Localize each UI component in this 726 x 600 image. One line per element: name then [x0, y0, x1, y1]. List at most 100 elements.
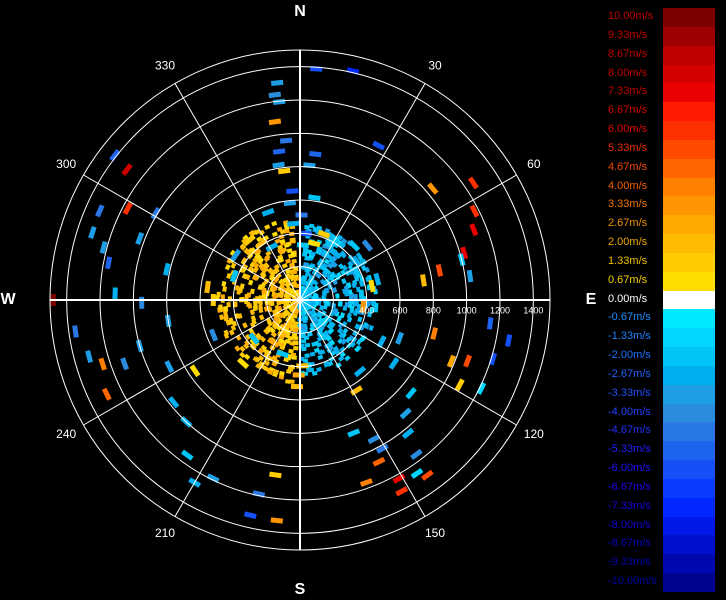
legend-row: 7.33m/s	[600, 83, 720, 103]
velocity-cell	[388, 357, 400, 370]
legend-label: -9.33m/s	[608, 556, 651, 569]
legend-row: -6.67m/s	[600, 478, 720, 498]
clutter-cell-positive	[291, 258, 297, 264]
velocity-cell	[405, 386, 417, 400]
legend-row: 2.67m/s	[600, 215, 720, 235]
velocity-cell	[295, 212, 308, 218]
legend-row: 0.00m/s	[600, 290, 720, 310]
clutter-cell-negative	[349, 307, 355, 314]
velocity-cell	[270, 79, 284, 87]
velocity-cell	[430, 327, 439, 340]
legend-row: -4.67m/s	[600, 422, 720, 442]
clutter-cell-positive	[230, 262, 237, 269]
clutter-cell-positive	[293, 340, 299, 346]
legend-row: -8.67m/s	[600, 535, 720, 555]
velocity-cell	[373, 272, 382, 286]
clutter-cell-negative	[304, 342, 311, 348]
velocity-cell	[309, 150, 322, 158]
clutter-cell-positive	[243, 353, 251, 360]
velocity-cell	[261, 207, 275, 217]
velocity-cell	[401, 427, 415, 440]
velocity-cell	[296, 242, 310, 248]
legend-label: 3.33m/s	[608, 198, 648, 211]
legend-row: 0.67m/s	[600, 271, 720, 291]
legend-swatch	[663, 215, 715, 235]
velocity-cell	[95, 204, 105, 218]
legend-swatch	[663, 196, 715, 216]
velocity-cell	[88, 226, 97, 239]
azimuth-label-30: 30	[428, 58, 442, 72]
legend-label: 6.00m/s	[608, 123, 648, 136]
legend-row: 2.00m/s	[600, 234, 720, 253]
azimuth-label-330: 330	[155, 58, 175, 72]
clutter-cell-positive	[293, 345, 299, 351]
clutter-cell-positive	[285, 258, 292, 264]
velocity-cell	[109, 149, 121, 162]
velocity-cell	[268, 91, 282, 99]
radar-velocity-plot: N E S W 30 60 120 150 210 240 300 330 400 600 800 1000 1…	[0, 3, 596, 598]
azimuth-label-150: 150	[425, 526, 445, 540]
velocity-cell	[368, 279, 376, 293]
velocity-cell	[98, 357, 107, 371]
legend-label: 8.67m/s	[608, 47, 648, 60]
clutter-cell-negative	[304, 256, 310, 261]
clutter-cell-positive	[286, 369, 292, 374]
velocity-cell	[208, 328, 219, 342]
legend-row: -2.00m/s	[600, 347, 720, 366]
velocity-cell	[204, 280, 211, 294]
velocity-cell	[272, 148, 286, 155]
legend-label: 6.67m/s	[608, 104, 648, 117]
legend-row: 9.33m/s	[600, 26, 720, 46]
clutter-cell-positive	[222, 286, 227, 292]
velocity-cell	[269, 471, 282, 479]
clutter-cell-negative	[307, 367, 313, 373]
azimuth-label-210: 210	[155, 526, 175, 540]
velocity-cell	[420, 274, 427, 287]
clutter-cell-positive	[242, 322, 248, 329]
legend-label: 0.00m/s	[608, 292, 648, 305]
legend-label: -4.00m/s	[608, 405, 651, 418]
azimuth-spoke	[174, 299, 301, 517]
clutter-cell-positive	[221, 281, 227, 287]
legend-row: 10.00m/s	[600, 8, 720, 27]
legend-row: 6.67m/s	[600, 102, 720, 122]
legend-swatch	[663, 83, 715, 103]
legend-label: 2.00m/s	[608, 236, 648, 249]
range-tick-label-1200: 1200	[490, 305, 510, 315]
clutter-cell-positive	[224, 264, 231, 271]
velocity-cell	[101, 387, 112, 401]
clutter-cell-positive	[290, 251, 297, 257]
velocity-cell	[361, 239, 374, 252]
legend-swatch	[663, 121, 715, 140]
legend-swatch	[663, 271, 715, 291]
clutter-cell-positive	[218, 304, 223, 311]
legend-row: 3.33m/s	[600, 196, 720, 216]
velocity-cell	[410, 448, 423, 461]
legend-label: 2.67m/s	[608, 217, 648, 230]
legend-swatch	[663, 460, 715, 479]
range-tick-label-600: 600	[392, 305, 407, 315]
velocity-cell	[270, 517, 284, 524]
range-tick-label-1000: 1000	[457, 305, 477, 315]
legend-row: 4.67m/s	[600, 158, 720, 178]
velocity-cell	[290, 383, 304, 390]
velocity-cell	[139, 296, 145, 309]
legend-swatch	[663, 497, 715, 517]
legend-row: 8.00m/s	[600, 64, 720, 84]
legend-swatch	[663, 64, 715, 84]
clutter-cell-positive	[258, 314, 265, 321]
clutter-cell-positive	[234, 345, 241, 352]
clutter-cell-negative	[304, 353, 310, 359]
velocity-cell	[486, 317, 494, 330]
velocity-cell	[164, 360, 175, 374]
legend-label: -5.33m/s	[608, 443, 651, 456]
azimuth-label-240: 240	[56, 427, 76, 441]
clutter-cell-negative	[304, 224, 310, 230]
legend-swatch	[663, 309, 715, 329]
legend-row: 1.33m/s	[600, 252, 720, 272]
clutter-cell-negative	[341, 278, 347, 285]
range-tick-label-1400: 1400	[523, 305, 543, 315]
clutter-cell-negative	[373, 307, 379, 313]
legend-label: -7.33m/s	[608, 499, 651, 512]
legend-swatch	[663, 573, 715, 592]
